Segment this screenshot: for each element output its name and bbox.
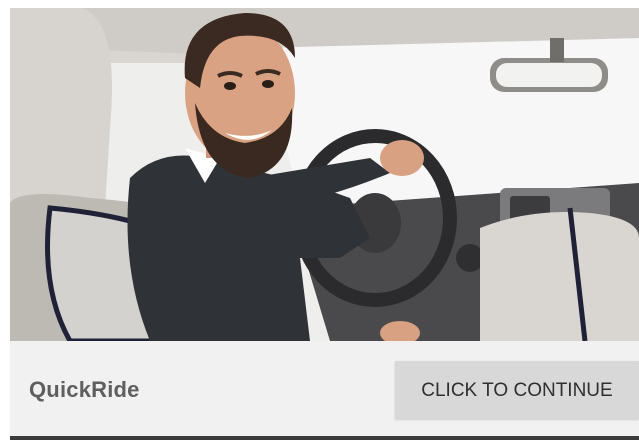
app-name-label: QuickRide — [29, 377, 140, 402]
bottom-divider — [10, 436, 639, 440]
driver-in-car-illustration — [10, 8, 639, 341]
hero-driver-photo — [10, 8, 639, 341]
app-screen: QuickRide CLICK TO CONTINUE — [0, 0, 639, 440]
continue-button[interactable]: CLICK TO CONTINUE — [395, 361, 639, 419]
bottom-action-bar: QuickRide CLICK TO CONTINUE — [10, 341, 639, 438]
